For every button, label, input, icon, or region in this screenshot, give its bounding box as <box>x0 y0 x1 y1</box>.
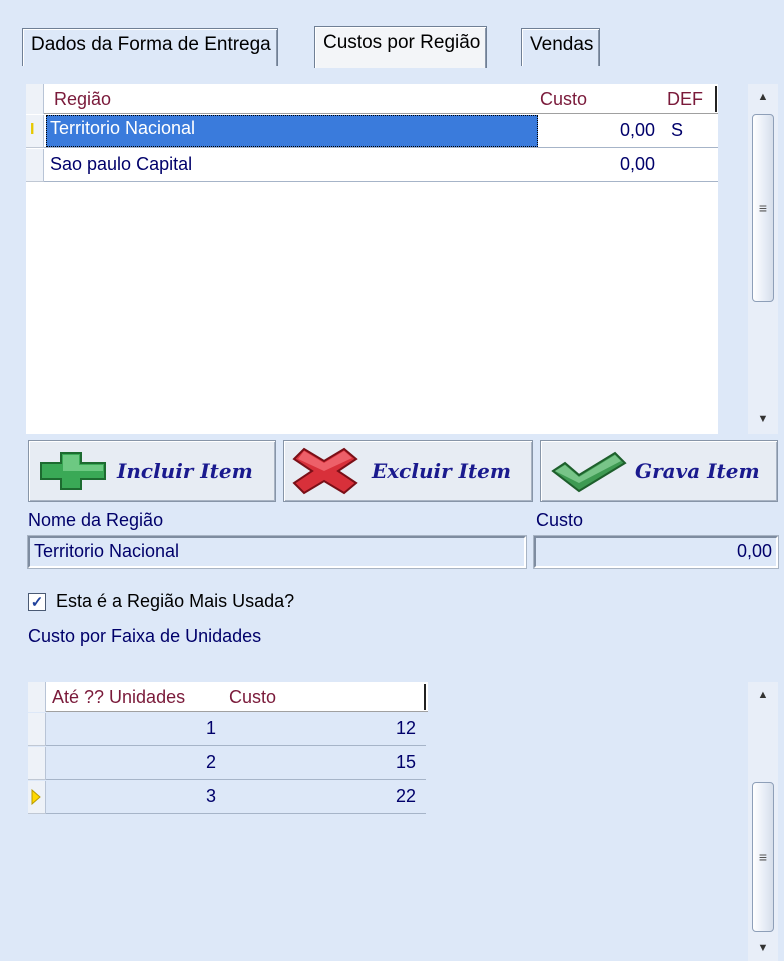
row-indicator <box>28 747 46 780</box>
scrollbar-thumb[interactable]: ≡ <box>752 782 774 932</box>
excluir-item-button[interactable]: Excluir Item <box>283 440 533 502</box>
nome-regiao-label: Nome da Região <box>28 510 164 530</box>
cell-unidades[interactable]: 3 <box>206 786 216 807</box>
scroll-up-icon[interactable]: ▲ <box>748 84 778 110</box>
region-grid: Região Custo DEF I Territorio Nacional 0… <box>26 84 718 434</box>
row-indicator <box>28 781 46 814</box>
tab-custos-por-regiao[interactable]: Custos por Região <box>314 26 488 68</box>
custo-field[interactable]: 0,00 <box>533 535 779 569</box>
table-row[interactable]: 2 15 <box>28 747 426 780</box>
tab-dados-forma-entrega[interactable]: Dados da Forma de Entrega <box>22 28 278 66</box>
scroll-down-icon[interactable]: ▼ <box>748 406 778 432</box>
cell-def[interactable]: S <box>671 120 683 141</box>
column-header-custo[interactable]: Custo <box>540 89 587 110</box>
cell-unidades[interactable]: 1 <box>206 718 216 739</box>
cell-unidades[interactable]: 2 <box>206 752 216 773</box>
cell-custo[interactable]: 15 <box>396 752 416 773</box>
scrollbar-thumb[interactable]: ≡ <box>752 114 774 302</box>
row-indicator <box>26 149 44 182</box>
incluir-item-button[interactable]: Incluir Item <box>28 440 276 502</box>
row-indicator: I <box>26 115 44 148</box>
row-indicator <box>28 713 46 746</box>
excluir-item-label: Excluir Item <box>372 459 512 483</box>
regiao-mais-usada-label[interactable]: Esta é a Região Mais Usada? <box>56 591 294 612</box>
region-grid-header: Região Custo DEF <box>26 84 718 114</box>
column-header-def[interactable]: DEF <box>667 89 703 110</box>
column-header-custo[interactable]: Custo <box>229 687 276 708</box>
grava-item-button[interactable]: Grava Item <box>540 440 778 502</box>
cell-custo[interactable]: 12 <box>396 718 416 739</box>
current-row-arrow-icon <box>31 789 41 805</box>
cell-regiao[interactable]: Sao paulo Capital <box>50 154 192 175</box>
custo-faixa-label: Custo por Faixa de Unidades <box>28 626 262 646</box>
column-header-ate-unidades[interactable]: Até ?? Unidades <box>52 687 185 708</box>
cell-custo[interactable]: 0,00 <box>620 120 655 141</box>
custo-label: Custo <box>536 510 584 530</box>
tab-vendas[interactable]: Vendas <box>521 28 601 66</box>
table-row[interactable]: I Territorio Nacional 0,00 S <box>26 115 718 148</box>
column-divider <box>715 86 717 112</box>
cell-regiao-selected[interactable]: Territorio Nacional <box>46 115 538 147</box>
row-indicator-header <box>26 84 44 114</box>
cell-custo[interactable]: 0,00 <box>620 154 655 175</box>
edit-cursor-icon: I <box>30 121 35 138</box>
regiao-mais-usada-checkbox[interactable]: ✓ <box>28 593 46 611</box>
region-grid-scrollbar[interactable]: ▲ ≡ ▼ <box>748 84 778 434</box>
cross-icon <box>292 447 358 495</box>
range-grid: Até ?? Unidades Custo 1 12 2 15 3 22 <box>28 682 428 814</box>
range-grid-header: Até ?? Unidades Custo <box>28 682 428 712</box>
nome-regiao-field[interactable]: Territorio Nacional <box>27 535 527 569</box>
plus-icon <box>40 452 106 490</box>
table-row[interactable]: Sao paulo Capital 0,00 <box>26 149 718 182</box>
column-header-regiao[interactable]: Região <box>54 89 111 110</box>
row-indicator-header <box>28 682 46 712</box>
cell-custo[interactable]: 22 <box>396 786 416 807</box>
column-divider <box>424 684 426 710</box>
range-grid-scrollbar[interactable]: ▲ ≡ ▼ <box>748 682 778 961</box>
incluir-item-label: Incluir Item <box>117 459 253 483</box>
grava-item-label: Grava Item <box>635 459 760 483</box>
scroll-up-icon[interactable]: ▲ <box>748 682 778 708</box>
scroll-down-icon[interactable]: ▼ <box>748 935 778 961</box>
check-icon <box>551 451 627 493</box>
table-row[interactable]: 1 12 <box>28 713 426 746</box>
table-row[interactable]: 3 22 <box>28 781 426 814</box>
